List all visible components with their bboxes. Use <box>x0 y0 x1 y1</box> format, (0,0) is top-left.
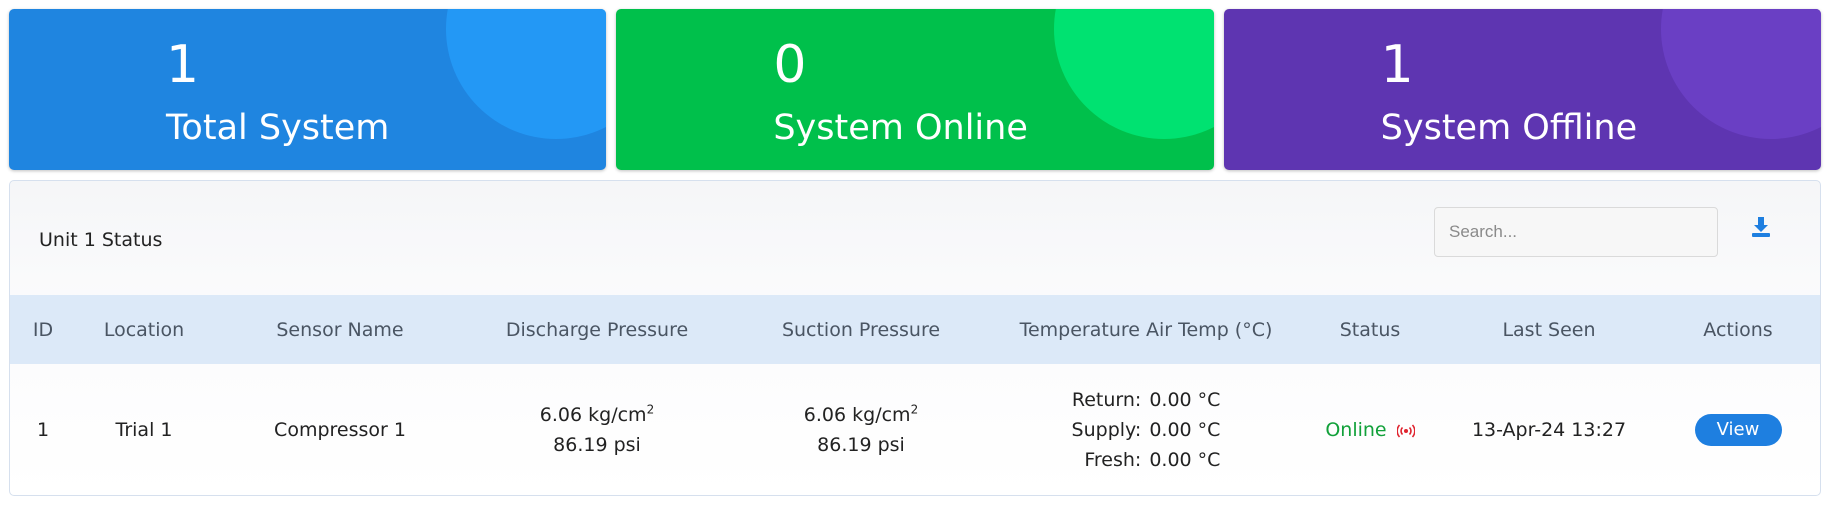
cell-last-seen: 13-Apr-24 13:27 <box>1471 419 1627 441</box>
header-actions: Actions <box>1703 318 1773 341</box>
download-icon[interactable] <box>1750 215 1772 239</box>
panel-title: Unit 1 Status <box>39 229 163 251</box>
status-badge: Online <box>1325 419 1387 441</box>
suction-kg-value: 6.06 kg/cm <box>803 404 911 426</box>
header-status[interactable]: Status <box>1296 295 1444 364</box>
discharge-psi: 86.19 psi <box>553 434 641 456</box>
summary-cards: 1 Total System 0 System Online 1 System … <box>9 9 1821 170</box>
suction-kg: 6.06 kg/cm2 <box>726 400 996 430</box>
suction-psi: 86.19 psi <box>817 434 905 456</box>
temperature-list: Return: 0.00 °C Supply: 0.00 °C Fresh: 0… <box>1072 385 1221 475</box>
cell-discharge-pressure: 6.06 kg/cm2 86.19 psi <box>468 364 726 495</box>
total-system-card: 1 Total System <box>9 9 607 170</box>
view-button[interactable]: View <box>1694 414 1782 446</box>
status-table: ID Location Sensor Name Discharge Pressu… <box>10 295 1820 495</box>
card-decoration <box>1660 9 1821 139</box>
cell-status: Online <box>1296 364 1444 495</box>
card-decoration <box>1053 9 1214 139</box>
cell-temperature: Return: 0.00 °C Supply: 0.00 °C Fresh: 0… <box>996 364 1296 495</box>
cell-location: Trial 1 <box>115 419 173 441</box>
system-offline-card: 1 System Offline <box>1223 9 1821 170</box>
table-header-row: ID Location Sensor Name Discharge Pressu… <box>10 295 1820 364</box>
system-online-count: 0 <box>773 35 807 95</box>
total-system-count: 1 <box>166 35 200 95</box>
signal-icon <box>1396 423 1415 438</box>
card-decoration <box>446 9 607 139</box>
return-value: 0.00 °C <box>1149 389 1221 411</box>
supply-label: Supply: <box>1071 419 1142 441</box>
header-id[interactable]: ID <box>10 295 76 364</box>
suction-kg-sup: 2 <box>910 402 919 417</box>
return-label: Return: <box>1071 389 1142 411</box>
unit-status-panel: Unit 1 Status ID Location Sensor Name Di… <box>9 180 1821 496</box>
cell-actions: View <box>1654 364 1820 495</box>
system-online-card: 0 System Online <box>616 9 1214 170</box>
header-suction-pressure[interactable]: Suction Pressure <box>726 295 996 364</box>
header-location[interactable]: Location <box>76 295 212 364</box>
total-system-label: Total System <box>166 108 390 148</box>
system-online-label: System Online <box>773 108 1028 148</box>
header-sensor-name[interactable]: Sensor Name <box>212 295 468 364</box>
header-last-seen[interactable]: Last Seen <box>1444 295 1654 364</box>
discharge-kg: 6.06 kg/cm2 <box>468 400 726 430</box>
header-temperature[interactable]: Temperature Air Temp (°C) <box>996 295 1296 364</box>
cell-suction-pressure: 6.06 kg/cm2 86.19 psi <box>726 364 996 495</box>
cell-sensor-name: Compressor 1 <box>274 419 406 441</box>
system-offline-count: 1 <box>1380 35 1414 95</box>
table-row: 1 Trial 1 Compressor 1 6.06 kg/cm2 86.19… <box>10 364 1820 495</box>
system-offline-label: System Offline <box>1380 108 1638 148</box>
fresh-value: 0.00 °C <box>1149 449 1221 471</box>
discharge-kg-value: 6.06 kg/cm <box>539 404 647 426</box>
search-input[interactable] <box>1434 207 1718 257</box>
header-discharge-pressure[interactable]: Discharge Pressure <box>468 295 726 364</box>
fresh-label: Fresh: <box>1084 449 1142 471</box>
discharge-kg-sup: 2 <box>646 402 655 417</box>
supply-value: 0.00 °C <box>1149 419 1221 441</box>
cell-id: 1 <box>36 419 50 441</box>
